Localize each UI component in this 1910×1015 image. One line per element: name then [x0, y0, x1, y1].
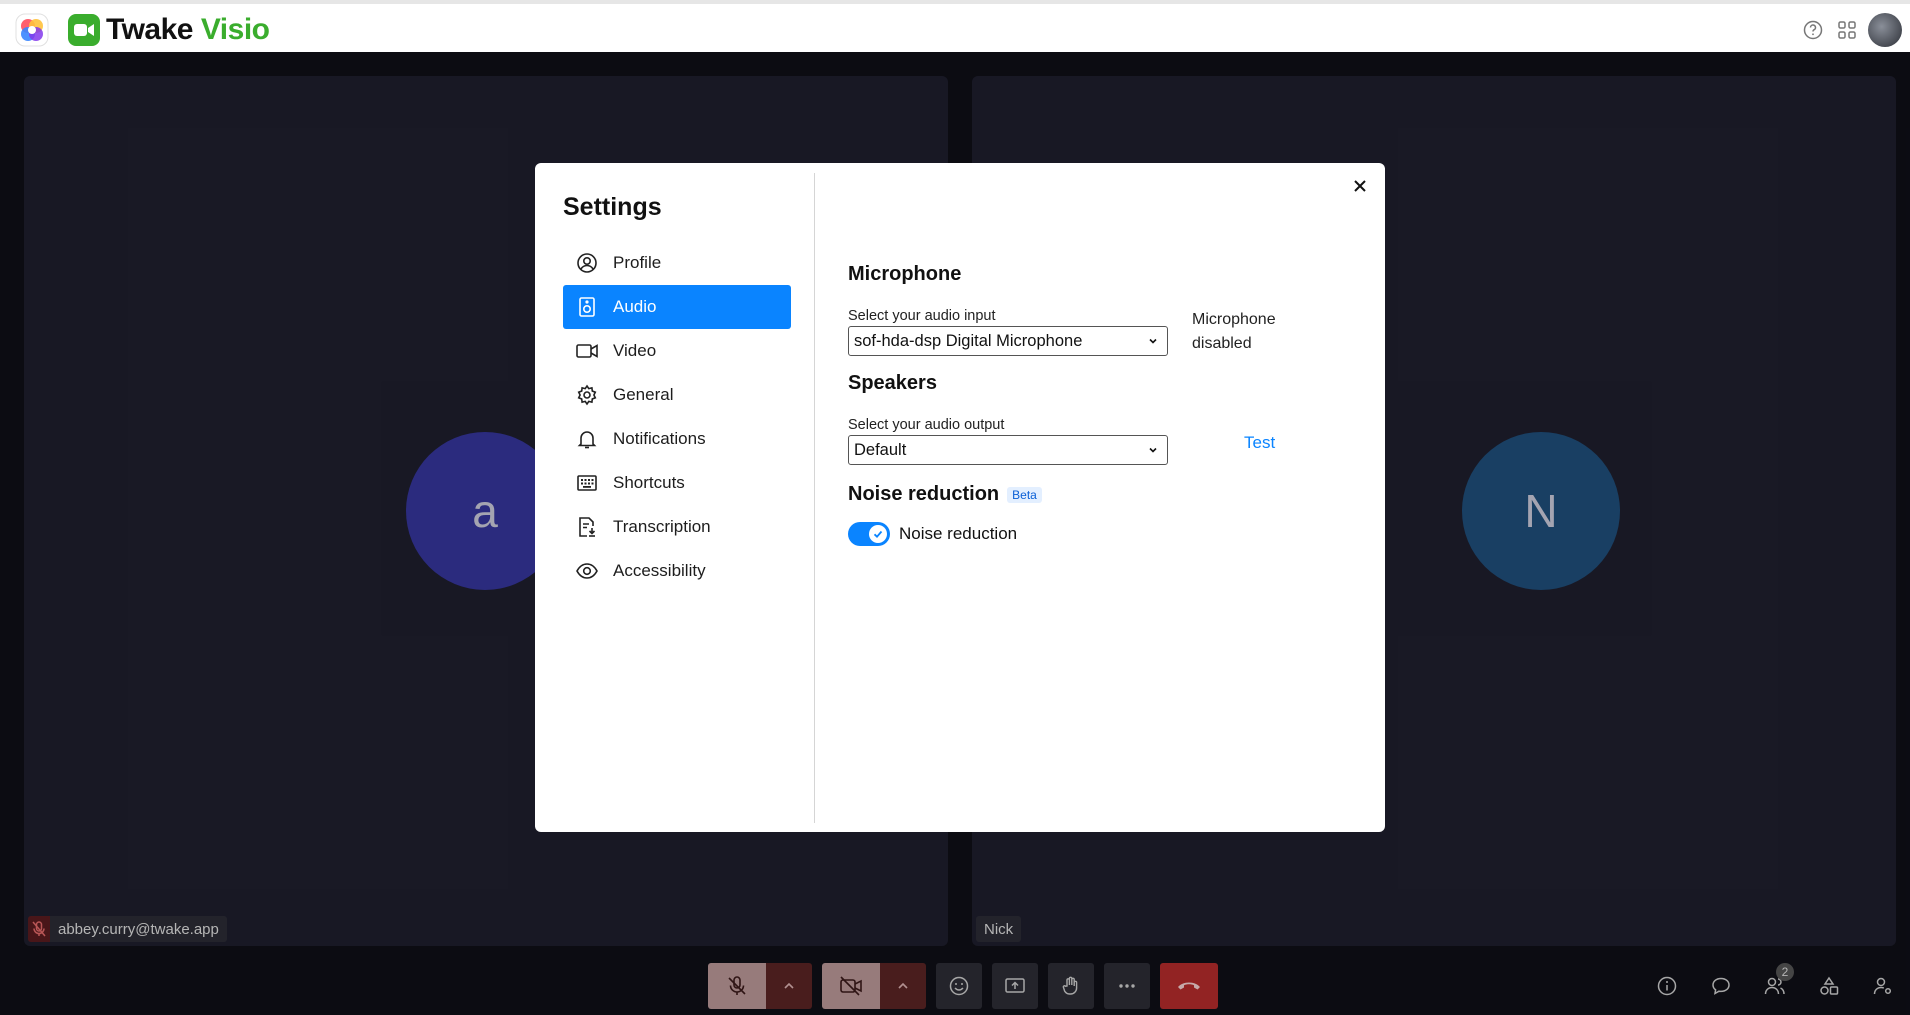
video-logo-icon	[68, 14, 100, 46]
keyboard-icon	[575, 471, 599, 495]
speakers-heading: Speakers	[848, 372, 937, 394]
chevron-down-icon	[1149, 338, 1157, 344]
audio-icon	[575, 295, 599, 319]
nav-item-transcription[interactable]: Transcription	[563, 505, 791, 549]
noise-reduction-toggle[interactable]	[848, 522, 890, 546]
nav-item-label: Accessibility	[613, 561, 706, 580]
help-icon[interactable]	[1796, 13, 1830, 47]
audio-input-value: sof-hda-dsp Digital Microphone	[854, 331, 1083, 350]
check-icon	[873, 530, 883, 539]
settings-title: Settings	[563, 193, 662, 221]
brand[interactable]: Twake Visio	[68, 13, 270, 47]
nav-item-shortcuts[interactable]: Shortcuts	[563, 461, 791, 505]
settings-dialog: Settings Profile Audio Video General Not…	[535, 163, 1385, 832]
nav-item-label: Shortcuts	[613, 473, 685, 492]
audio-output-select[interactable]: Default	[848, 435, 1168, 465]
audio-settings-panel: Microphone Select your audio input sof-h…	[848, 263, 1368, 546]
noise-reduction-heading: Noise reduction Beta	[848, 483, 1368, 506]
bell-icon	[575, 427, 599, 451]
noise-reduction-heading-text: Noise reduction	[848, 483, 1000, 505]
transcription-icon	[575, 515, 599, 539]
toggle-knob	[869, 525, 887, 543]
apps-grid-icon[interactable]	[1830, 13, 1864, 47]
audio-input-label: Select your audio input	[848, 308, 996, 324]
noise-reduction-row: Noise reduction	[848, 522, 1368, 546]
audio-input-select[interactable]: sof-hda-dsp Digital Microphone	[848, 326, 1168, 356]
nav-item-general[interactable]: General	[563, 373, 791, 417]
nav-item-label: Video	[613, 341, 657, 360]
close-icon	[1354, 180, 1366, 192]
profile-icon	[575, 251, 599, 275]
nav-item-audio[interactable]: Audio	[563, 285, 791, 329]
audio-output-label: Select your audio output	[848, 417, 1005, 433]
nav-item-label: Notifications	[613, 429, 706, 448]
nav-item-accessibility[interactable]: Accessibility	[563, 549, 791, 593]
app-name: Twake Visio	[106, 13, 270, 47]
beta-badge: Beta	[1007, 486, 1042, 503]
close-button[interactable]	[1347, 173, 1373, 199]
chevron-down-icon	[1149, 447, 1157, 453]
app-name-secondary: Visio	[200, 13, 270, 46]
app-switcher-icon[interactable]	[14, 12, 50, 48]
microphone-heading: Microphone	[848, 263, 962, 285]
user-avatar[interactable]	[1868, 13, 1902, 47]
nav-item-label: Audio	[613, 297, 657, 316]
microphone-status: Microphone disabled	[1192, 311, 1276, 352]
nav-item-notifications[interactable]: Notifications	[563, 417, 791, 461]
nav-item-video[interactable]: Video	[563, 329, 791, 373]
nav-item-label: General	[613, 385, 674, 404]
noise-reduction-label: Noise reduction	[899, 524, 1018, 543]
nav-item-label: Profile	[613, 253, 662, 272]
nav-item-label: Transcription	[613, 517, 711, 536]
settings-sidebar: Settings Profile Audio Video General Not…	[535, 173, 815, 823]
video-icon	[575, 339, 599, 363]
gear-icon	[575, 383, 599, 407]
test-speakers-link[interactable]: Test	[1244, 433, 1275, 453]
audio-output-value: Default	[854, 440, 907, 459]
nav-item-profile[interactable]: Profile	[563, 241, 791, 285]
settings-nav: Profile Audio Video General Notification…	[563, 241, 791, 593]
app-name-primary: Twake	[106, 13, 194, 46]
top-bar: Twake Visio	[0, 0, 1910, 52]
eye-icon	[575, 559, 599, 583]
